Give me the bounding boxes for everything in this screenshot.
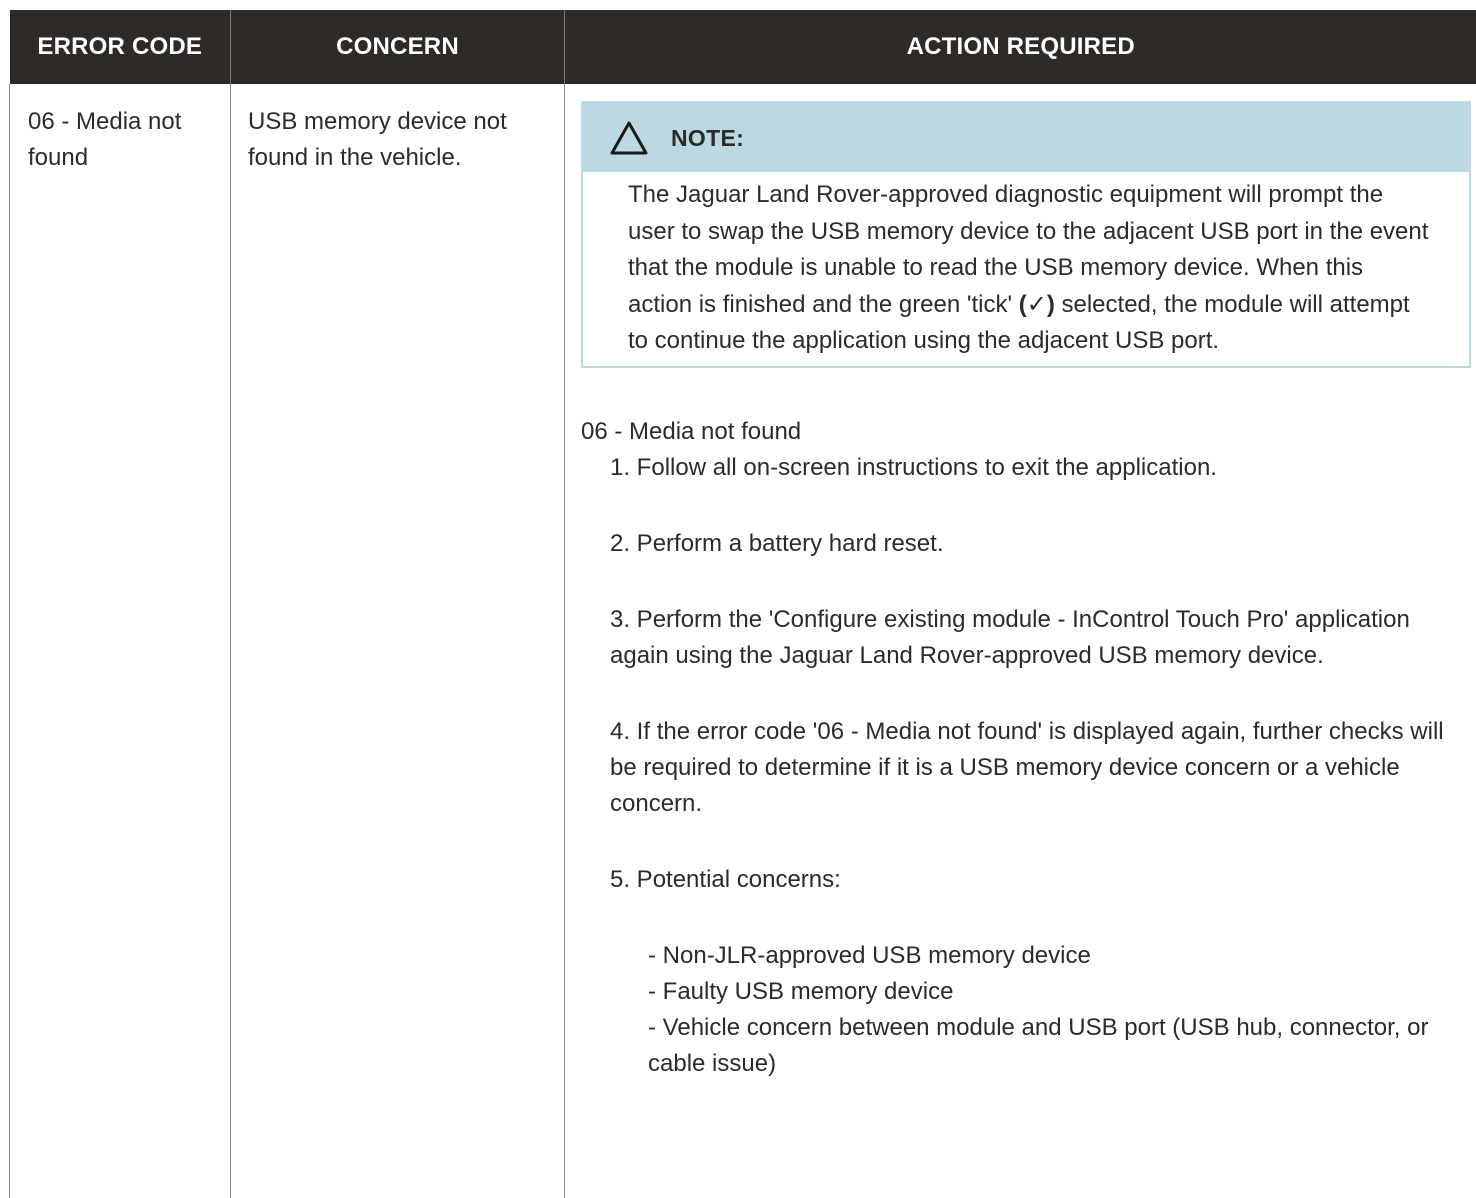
- error-code-table: ERROR CODE CONCERN ACTION REQUIRED 06 - …: [9, 10, 1476, 1198]
- note-body: The Jaguar Land Rover-approved diagnosti…: [583, 172, 1469, 366]
- action-content: NOTE: The Jaguar Land Rover-approved dia…: [565, 84, 1476, 1082]
- cell-error-code: 06 - Media not found: [9, 84, 231, 1198]
- tick-symbol: (✓): [1018, 290, 1055, 318]
- header-concern: CONCERN: [230, 10, 565, 84]
- header-action-required: ACTION REQUIRED: [564, 10, 1476, 84]
- concern-text: USB memory device not found in the vehic…: [248, 108, 507, 171]
- step-2: 2. Perform a battery hard reset.: [610, 529, 944, 557]
- procedure-title: 06 - Media not found: [581, 417, 802, 445]
- page: ERROR CODE CONCERN ACTION REQUIRED 06 - …: [0, 0, 1476, 1198]
- list-item: - Faulty USB memory device: [648, 977, 954, 1005]
- error-code-text: 06 - Media not found: [28, 108, 182, 171]
- step-1: 1. Follow all on-screen instructions to …: [610, 453, 1217, 481]
- procedure-steps: 1. Follow all on-screen instructions to …: [581, 450, 1472, 1082]
- cell-concern: USB memory device not found in the vehic…: [230, 84, 565, 1198]
- step-5: 5. Potential concerns:: [610, 865, 841, 893]
- note-title: NOTE:: [671, 124, 745, 151]
- step-4: 4. If the error code '06 - Media not fou…: [610, 717, 1444, 817]
- cell-action-required: NOTE: The Jaguar Land Rover-approved dia…: [564, 84, 1476, 1198]
- note-header: NOTE:: [583, 103, 1469, 172]
- table-header-row: ERROR CODE CONCERN ACTION REQUIRED: [9, 10, 1476, 84]
- potential-concerns-list: - Non-JLR-approved USB memory device - F…: [610, 938, 1472, 1082]
- warning-triangle-icon: [609, 120, 649, 156]
- list-item: - Vehicle concern between module and USB…: [648, 1013, 1429, 1077]
- header-error-code: ERROR CODE: [9, 10, 231, 84]
- list-item: - Non-JLR-approved USB memory device: [648, 941, 1091, 969]
- table-row: 06 - Media not found USB memory device n…: [9, 84, 1476, 1198]
- note-box: NOTE: The Jaguar Land Rover-approved dia…: [581, 101, 1471, 368]
- step-3: 3. Perform the 'Configure existing modul…: [610, 605, 1410, 669]
